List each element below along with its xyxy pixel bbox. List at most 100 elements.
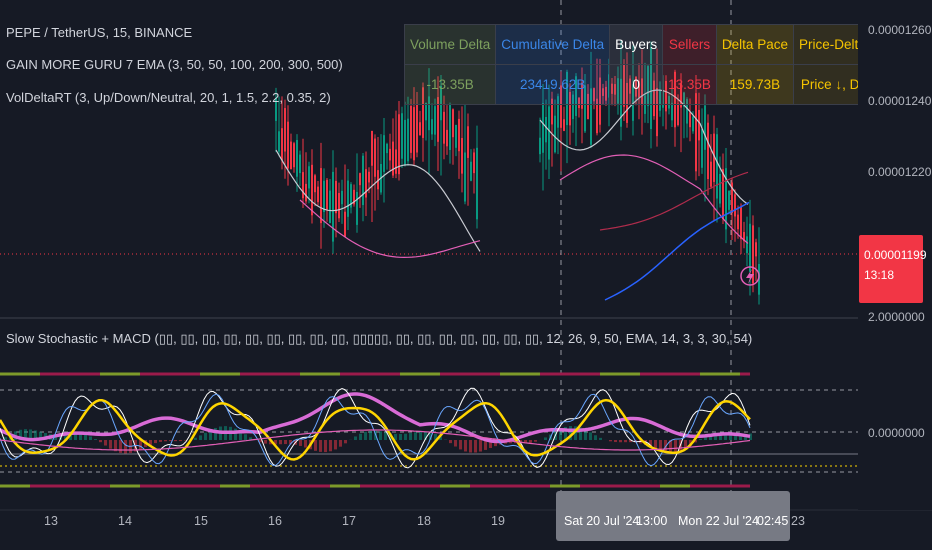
header-sellers: Sellers (662, 24, 717, 65)
candle-body (284, 108, 286, 152)
macd-histogram-bar (534, 440, 537, 442)
candle-body (539, 137, 541, 155)
candle-body (278, 131, 280, 152)
ema-line-blue (604, 201, 750, 301)
macd-histogram-bar (479, 440, 482, 452)
candle-body (308, 166, 310, 189)
candle-body (443, 111, 445, 144)
candle-body (395, 149, 397, 174)
macd-histogram-bar (174, 440, 177, 442)
macd-histogram-bar (124, 440, 127, 454)
candle-body (554, 115, 556, 153)
indicator-label-top: 2.0000000 (868, 310, 925, 324)
macd-histogram-bar (334, 440, 337, 450)
macd-histogram-bar (119, 440, 122, 453)
candle-body (305, 183, 307, 202)
candle-body (698, 109, 700, 141)
candle-body (446, 129, 448, 147)
macd-histogram-bar (419, 431, 422, 440)
candle-body (407, 118, 409, 162)
time-label-19: 19 (491, 514, 505, 528)
value-volume-delta: -13.35B (403, 64, 497, 105)
current-price-badge[interactable]: 0.00001199 13:18 (859, 235, 927, 303)
macd-histogram-bar (199, 435, 202, 440)
crosshair-time-1: 13:00 (636, 514, 668, 528)
candle-body (452, 109, 454, 138)
macd-histogram-bar (164, 440, 167, 442)
macd-histogram-bar (109, 440, 112, 449)
candle-body (473, 152, 475, 174)
candle-body (746, 236, 748, 254)
candle-body (455, 124, 457, 148)
candle-body (389, 148, 391, 161)
candle-body (332, 171, 334, 242)
candle-body (755, 242, 757, 257)
candle-body (302, 172, 304, 199)
macd-histogram-bar (399, 434, 402, 440)
candle-body (287, 121, 289, 169)
legend-symbol[interactable]: PEPE / TetherUS, 15, BINANCE (6, 25, 192, 40)
macd-histogram-bar (614, 440, 617, 443)
macd-histogram-bar (299, 440, 302, 446)
macd-histogram-bar (544, 437, 547, 440)
candle-body (749, 223, 751, 272)
price-label-3: 0.00001220 (868, 165, 932, 179)
macd-histogram-bar (474, 440, 477, 453)
macd-histogram-bar (279, 440, 282, 445)
candle-body (341, 190, 343, 205)
macd-histogram-bar (449, 440, 452, 444)
macd-histogram-bar (359, 433, 362, 440)
candle-body (356, 191, 358, 225)
candle-body (386, 143, 388, 154)
candle-body (677, 103, 679, 126)
candle-body (293, 143, 295, 168)
macd-histogram-bar (84, 434, 87, 440)
legend-voldelta-indicator[interactable]: VolDeltaRT (3, Up/Down/Neutral, 20, 1, 1… (6, 90, 331, 105)
macd-histogram-bar (284, 440, 287, 445)
price-label-1: 0.00001260 (868, 23, 932, 37)
candle-body (737, 214, 739, 230)
candle-body (707, 122, 709, 180)
macd-histogram-bar (624, 440, 627, 443)
candle-body (314, 175, 316, 193)
candle-body (689, 112, 691, 128)
candle-body (362, 155, 364, 206)
macd-histogram-bar (409, 433, 412, 440)
candle-body (464, 152, 466, 202)
macd-histogram-bar (159, 440, 162, 442)
candle-body (548, 106, 550, 160)
legend-stoch-macd-indicator[interactable]: Slow Stochastic + MACD (▯▯, ▯▯, ▯▯, ▯▯, … (6, 331, 752, 347)
candle-body (335, 180, 337, 214)
price-label-2: 0.00001240 (868, 94, 932, 108)
candle-body (671, 102, 673, 121)
chart-root: PEPE / TetherUS, 15, BINANCE GAIN MORE G… (0, 0, 932, 550)
candle-body (347, 180, 349, 217)
macd-histogram-bar (324, 440, 327, 453)
candle-body (740, 206, 742, 240)
table-value-row: -13.35B 23419.62B 0 13.35B 159.73B Price… (403, 64, 900, 105)
candle-body (320, 168, 322, 224)
candle-body (431, 119, 433, 135)
candle-body (401, 113, 403, 159)
current-price: 0.00001199 (864, 248, 927, 262)
macd-histogram-bar (599, 437, 602, 440)
header-delta-pace: Delta Pace (715, 24, 794, 65)
value-delta-pace: 159.73B (715, 64, 794, 105)
candle-body (338, 193, 340, 219)
time-label-13: 13 (44, 514, 58, 528)
crosshair-date-2: Mon 22 Jul '24 (678, 514, 759, 528)
macd-histogram-bar (464, 440, 467, 452)
legend-ema-indicator[interactable]: GAIN MORE GURU 7 EMA (3, 50, 50, 100, 20… (6, 57, 343, 72)
candle-body (434, 106, 436, 135)
candle-body (734, 194, 736, 217)
macd-histogram-bar (194, 437, 197, 440)
macd-histogram-bar (244, 434, 247, 440)
candle-body (470, 161, 472, 181)
candle-body (476, 147, 478, 220)
candle-body (545, 116, 547, 143)
macd-histogram-bar (674, 440, 677, 453)
macd-histogram-bar (94, 439, 97, 440)
macd-histogram-bar (89, 436, 92, 440)
macd-histogram-bar (699, 439, 702, 440)
time-label-18: 18 (417, 514, 431, 528)
